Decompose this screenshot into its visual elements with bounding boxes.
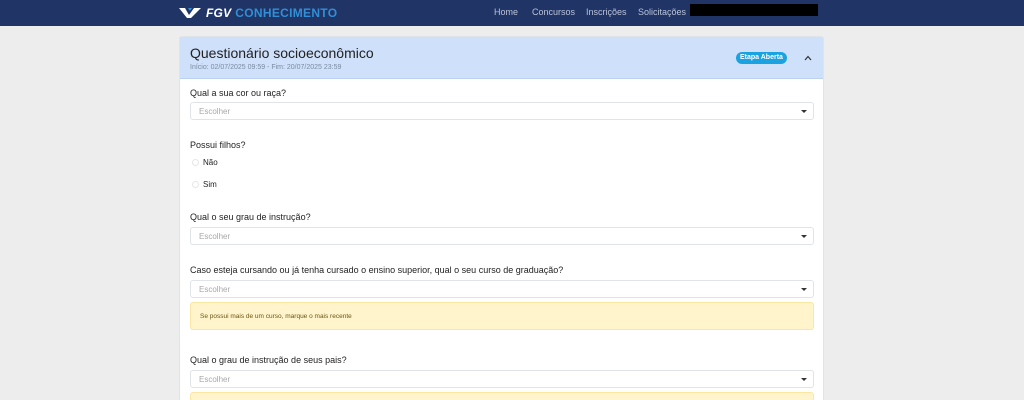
- radio-children-yes[interactable]: Sim: [192, 178, 217, 190]
- radio-circle[interactable]: [192, 158, 199, 166]
- user-menu-redacted[interactable]: [690, 4, 818, 16]
- parents-education-select[interactable]: Escolher: [190, 370, 814, 388]
- caret-down-icon: [801, 110, 807, 113]
- caret-down-icon: [801, 378, 807, 381]
- graduation-hint-alert: Se possui mais de um curso, marque o mai…: [190, 302, 814, 330]
- question-label-children: Possui filhos?: [190, 140, 246, 150]
- caret-down-icon: [801, 288, 807, 291]
- question-label-parents-education: Qual o grau de instrução de seus pais?: [190, 355, 347, 365]
- alert-text: Se possui mais de um curso, marque o mai…: [200, 313, 352, 320]
- race-select[interactable]: Escolher: [190, 102, 814, 120]
- chevron-up-icon[interactable]: [804, 54, 812, 62]
- top-navbar: FGV CONHECIMENTO Home Concursos Inscriçõ…: [0, 0, 1024, 26]
- graduation-select[interactable]: Escolher: [190, 280, 814, 298]
- questionnaire-card: Questionário socioeconômico Início: 02/0…: [179, 36, 824, 400]
- page-title: Questionário socioeconômico: [190, 45, 374, 61]
- status-badge: Etapa Aberta: [736, 52, 787, 64]
- select-placeholder: Escolher: [199, 375, 231, 384]
- radio-label: Sim: [203, 179, 217, 189]
- parents-hint-alert-partial: [190, 392, 814, 400]
- nav-solicitacoes[interactable]: Solicitações: [638, 7, 686, 17]
- caret-down-icon: [801, 235, 807, 238]
- card-dates: Início: 02/07/2025 09:59 - Fim: 20/07/20…: [190, 64, 342, 71]
- question-label-education: Qual o seu grau de instrução?: [190, 212, 311, 222]
- nav-home[interactable]: Home: [494, 7, 518, 17]
- question-label-graduation: Caso esteja cursando ou já tenha cursado…: [190, 265, 564, 275]
- nav-concursos[interactable]: Concursos: [532, 7, 575, 17]
- select-placeholder: Escolher: [199, 107, 231, 116]
- select-placeholder: Escolher: [199, 232, 231, 241]
- question-label-race: Qual a sua cor ou raça?: [190, 88, 287, 98]
- education-select[interactable]: Escolher: [190, 227, 814, 245]
- nav-links: Home Concursos Inscrições Solicitações: [0, 7, 1024, 21]
- radio-label: Não: [203, 157, 218, 167]
- radio-circle[interactable]: [192, 180, 199, 188]
- radio-children-no[interactable]: Não: [192, 156, 218, 168]
- nav-inscricoes[interactable]: Inscrições: [586, 7, 627, 17]
- card-header[interactable]: Questionário socioeconômico Início: 02/0…: [180, 37, 823, 79]
- select-placeholder: Escolher: [199, 285, 231, 294]
